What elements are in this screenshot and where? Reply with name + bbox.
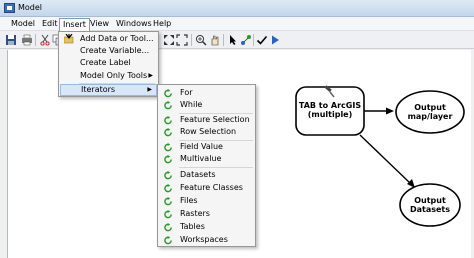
select-pointer-icon[interactable]	[227, 34, 239, 46]
iterator-item-for[interactable]: For	[159, 87, 254, 99]
iterator-item-feature-classes[interactable]: Feature Classes	[159, 182, 254, 194]
iterator-icon	[164, 171, 172, 180]
iterator-label: Tables	[180, 222, 205, 231]
tool-label-line2: (multiple)	[307, 110, 353, 119]
insert-menu-dropdown: Add Data or Tool... Create Variable... C…	[58, 31, 159, 97]
menu-item-label: Model Only Tools	[80, 71, 148, 80]
iterator-icon	[164, 210, 172, 219]
iterator-label: Row Selection	[180, 127, 237, 136]
iterator-item-datasets[interactable]: Datasets	[159, 169, 254, 181]
iterator-label: Files	[180, 196, 198, 205]
zoom-in-icon[interactable]	[195, 34, 207, 46]
iterator-label: Rasters	[180, 209, 210, 218]
iterator-item-rasters[interactable]: Rasters	[159, 208, 254, 220]
menu-view[interactable]: View	[87, 18, 112, 30]
toolbar-separator	[35, 34, 36, 46]
iterator-label: Feature Classes	[180, 183, 243, 192]
window-title: Model	[18, 3, 43, 12]
iterator-item-field-value[interactable]: Field Value	[159, 141, 254, 153]
title-bar: Model	[0, 0, 474, 17]
menu-edit[interactable]: Edit	[39, 18, 61, 30]
iterator-item-feature-selection[interactable]: Feature Selection	[159, 114, 254, 126]
full-extent-icon[interactable]	[163, 34, 175, 46]
iterator-label: Multivalue	[180, 154, 222, 163]
output1-label-line2: map/layer	[407, 112, 453, 121]
iterator-label: While	[180, 100, 203, 109]
iterator-icon	[164, 116, 172, 125]
iterator-icon	[164, 143, 172, 152]
iterator-icon	[164, 101, 172, 110]
fixed-zoom-icon[interactable]	[176, 34, 188, 46]
menu-item-create-variable[interactable]: Create Variable...	[60, 45, 157, 57]
iterators-submenu: For While Feature Selection Row Selectio…	[157, 84, 256, 247]
connect-icon[interactable]	[240, 34, 252, 46]
menu-item-model-only-tools[interactable]: Model Only Tools ▶	[60, 70, 157, 82]
submenu-arrow-icon: ▶	[147, 86, 152, 93]
run-icon[interactable]	[269, 34, 281, 46]
iterator-item-multivalue[interactable]: Multivalue	[159, 153, 254, 165]
iterator-icon	[164, 223, 172, 232]
iterator-item-row-selection[interactable]: Row Selection	[159, 126, 254, 138]
iterator-item-tables[interactable]: Tables	[159, 221, 254, 233]
menu-model[interactable]: Model	[8, 18, 38, 30]
menu-item-label: Create Label	[80, 58, 131, 67]
cut-icon[interactable]	[39, 34, 51, 46]
tool-node-label: TAB to ArcGIS (multiple)	[296, 101, 364, 119]
iterator-icon	[164, 184, 172, 193]
output2-label-line1: Output	[414, 196, 446, 205]
menu-help[interactable]: Help	[150, 18, 174, 30]
validate-check-icon[interactable]	[256, 34, 268, 46]
menu-item-label: Iterators	[81, 85, 116, 94]
model-app-icon	[4, 3, 15, 13]
iterator-item-while[interactable]: While	[159, 99, 254, 111]
menu-item-iterators[interactable]: Iterators ▶	[60, 84, 157, 96]
print-icon[interactable]	[21, 34, 33, 46]
tool-label-line1: TAB to ArcGIS	[298, 101, 362, 110]
pan-icon[interactable]	[209, 34, 221, 46]
toolbar-separator	[191, 34, 192, 46]
menu-insert[interactable]: Insert	[59, 18, 90, 32]
toolbar-separator	[223, 34, 224, 46]
menu-windows[interactable]: Windows	[113, 18, 155, 30]
iterator-label: Datasets	[180, 170, 216, 179]
menu-separator	[179, 167, 253, 168]
menu-item-label: Create Variable...	[80, 46, 150, 55]
submenu-arrow-icon: ▶	[148, 72, 153, 79]
iterator-icon	[164, 236, 172, 245]
save-icon[interactable]	[5, 34, 17, 46]
iterator-icon	[164, 89, 172, 98]
toolbar-separator	[253, 34, 254, 46]
output1-node-label: Output map/layer	[396, 103, 464, 121]
output2-label-line2: Datasets	[409, 205, 451, 214]
iterator-label: Workspaces	[180, 235, 228, 244]
menu-bar: Model Edit Insert View Windows Help	[0, 17, 474, 32]
add-data-icon	[64, 34, 74, 44]
iterator-item-files[interactable]: Files	[159, 195, 254, 207]
iterator-label: Feature Selection	[180, 115, 250, 124]
output2-node-label: Output Datasets	[400, 196, 460, 214]
iterator-icon	[164, 128, 172, 137]
iterator-item-workspaces[interactable]: Workspaces	[159, 234, 254, 246]
iterator-icon	[164, 197, 172, 206]
output1-label-line1: Output	[414, 103, 446, 112]
iterator-label: Field Value	[180, 142, 223, 151]
menu-item-add-data[interactable]: Add Data or Tool...	[60, 33, 157, 45]
iterator-icon	[164, 155, 172, 164]
menu-item-create-label[interactable]: Create Label	[60, 57, 157, 69]
menu-item-label: Add Data or Tool...	[80, 34, 154, 43]
iterator-label: For	[180, 88, 193, 97]
